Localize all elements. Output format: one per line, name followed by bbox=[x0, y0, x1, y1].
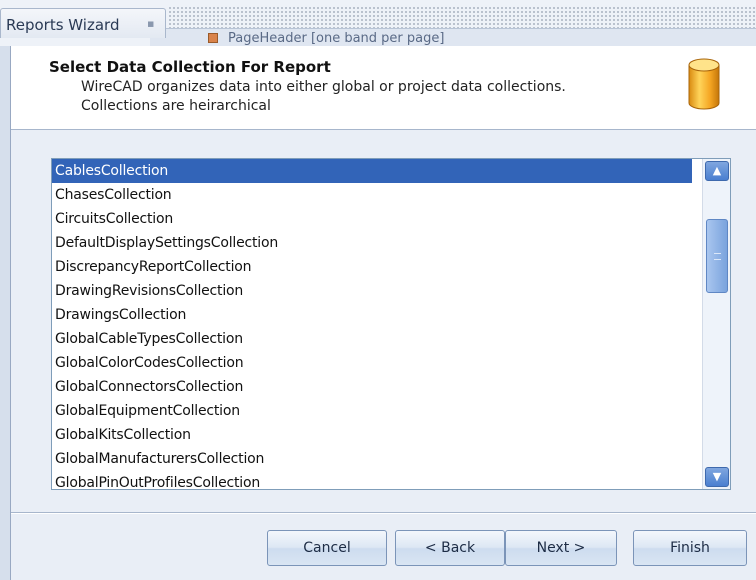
description-line-2: Collections are heirarchical bbox=[81, 98, 271, 114]
list-item[interactable]: GlobalEquipmentCollection bbox=[52, 399, 692, 423]
page-header-band: PageHeader [one band per page] bbox=[150, 28, 756, 48]
tab-reports-wizard[interactable]: Reports Wizard ▪ bbox=[0, 8, 166, 38]
list-item[interactable]: GlobalKitsCollection bbox=[52, 423, 692, 447]
collection-list: CablesCollection ChasesCollection Circuits… bbox=[52, 159, 692, 489]
back-button[interactable]: < Back bbox=[395, 530, 505, 566]
finish-button[interactable]: Finish bbox=[633, 530, 747, 566]
cancel-button[interactable]: Cancel bbox=[267, 530, 387, 566]
list-item[interactable]: DrawingsCollection bbox=[52, 303, 692, 327]
band-label: PageHeader [one band per page] bbox=[228, 31, 445, 46]
list-item[interactable]: GlobalCableTypesCollection bbox=[52, 327, 692, 351]
collection-listbox[interactable]: CablesCollection ChasesCollection Circuits… bbox=[51, 158, 731, 490]
description-line-1: WireCAD organizes data into either globa… bbox=[81, 79, 566, 95]
list-item[interactable]: GlobalColorCodesCollection bbox=[52, 351, 692, 375]
list-item[interactable]: DiscrepancyReportCollection bbox=[52, 255, 692, 279]
design-grid bbox=[168, 6, 756, 30]
tab-label: Reports Wizard bbox=[6, 16, 120, 34]
next-button[interactable]: Next > bbox=[505, 530, 617, 566]
scroll-up-icon[interactable]: ▲ bbox=[705, 161, 729, 181]
list-item[interactable]: GlobalConnectorsCollection bbox=[52, 375, 692, 399]
wizard-header: Select Data Collection For Report WireCA… bbox=[11, 46, 756, 130]
list-item[interactable]: DefaultDisplaySettingsCollection bbox=[52, 231, 692, 255]
list-item[interactable]: GlobalPinOutProfilesCollection bbox=[52, 471, 692, 489]
list-item[interactable]: DrawingRevisionsCollection bbox=[52, 279, 692, 303]
page-title: Select Data Collection For Report bbox=[49, 58, 331, 76]
reports-wizard-dialog: Select Data Collection For Report WireCA… bbox=[10, 46, 756, 580]
list-item[interactable]: CablesCollection bbox=[52, 159, 692, 183]
scroll-down-icon[interactable]: ▼ bbox=[705, 467, 729, 487]
band-icon bbox=[208, 33, 218, 43]
page-description: WireCAD organizes data into either globa… bbox=[81, 78, 566, 116]
scroll-thumb[interactable] bbox=[706, 219, 728, 293]
list-item[interactable]: GlobalManufacturersCollection bbox=[52, 447, 692, 471]
tab-close-icon[interactable]: ▪ bbox=[147, 18, 157, 29]
footer-divider bbox=[11, 512, 756, 514]
grip-icon bbox=[714, 253, 721, 260]
list-item[interactable]: ChasesCollection bbox=[52, 183, 692, 207]
database-icon bbox=[688, 58, 720, 110]
list-item[interactable]: CircuitsCollection bbox=[52, 207, 692, 231]
vertical-scrollbar[interactable]: ▲ ▼ bbox=[702, 159, 730, 489]
